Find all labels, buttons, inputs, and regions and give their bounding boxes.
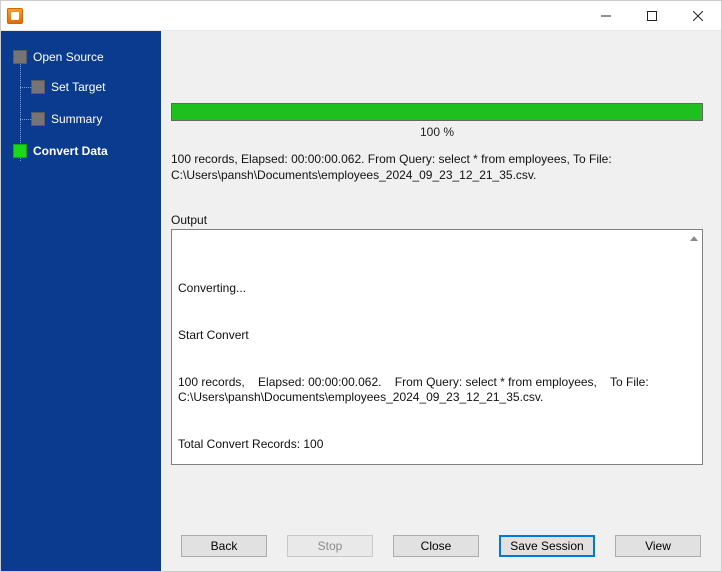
output-line: Converting... <box>178 281 686 297</box>
titlebar-left <box>1 8 35 24</box>
status-text: 100 records, Elapsed: 00:00:00.062. From… <box>171 151 703 183</box>
close-button[interactable]: Close <box>393 535 479 557</box>
status-line-1: 100 records, Elapsed: 00:00:00.062. From… <box>171 152 612 166</box>
output-label: Output <box>171 213 703 227</box>
step-box-icon <box>13 144 27 158</box>
output-line: Total Convert Records: 100 <box>178 437 686 453</box>
stop-button[interactable]: Stop <box>287 535 373 557</box>
save-session-button[interactable]: Save Session <box>499 535 595 557</box>
step-box-icon <box>13 50 27 64</box>
window-close-button[interactable] <box>675 1 721 30</box>
output-textbox[interactable]: Converting... Start Convert 100 records,… <box>171 229 703 465</box>
status-line-2: C:\Users\pansh\Documents\employees_2024_… <box>171 168 536 182</box>
sidebar-item-label: Set Target <box>51 80 105 94</box>
output-line: Start Convert <box>178 328 686 344</box>
content: 100 % 100 records, Elapsed: 00:00:00.062… <box>161 31 721 521</box>
app-window: Open Source Set Target Summary Convert D… <box>0 0 722 572</box>
view-button[interactable]: View <box>615 535 701 557</box>
progress-percent-text: 100 % <box>171 125 703 139</box>
progress-bar <box>171 103 703 121</box>
sidebar-item-label: Convert Data <box>33 144 108 158</box>
sidebar-item-open-source[interactable]: Open Source <box>1 45 161 69</box>
button-bar: Back Stop Close Save Session View <box>161 521 721 571</box>
body: Open Source Set Target Summary Convert D… <box>1 31 721 571</box>
tree-connector-h <box>20 87 31 88</box>
sidebar-item-convert-data[interactable]: Convert Data <box>1 139 161 163</box>
progress-area: 100 % <box>171 103 703 139</box>
sidebar-item-summary[interactable]: Summary <box>1 107 161 131</box>
window-minimize-button[interactable] <box>583 1 629 30</box>
tree-connector-h <box>20 119 31 120</box>
titlebar <box>1 1 721 31</box>
sidebar-item-set-target[interactable]: Set Target <box>1 75 161 99</box>
step-box-icon <box>31 80 45 94</box>
sidebar-item-label: Summary <box>51 112 102 126</box>
sidebar: Open Source Set Target Summary Convert D… <box>1 31 161 571</box>
window-maximize-button[interactable] <box>629 1 675 30</box>
window-buttons <box>583 1 721 30</box>
output-line: 100 records, Elapsed: 00:00:00.062. From… <box>178 375 686 406</box>
scroll-up-icon[interactable] <box>688 232 700 244</box>
sidebar-item-label: Open Source <box>33 50 104 64</box>
step-box-icon <box>31 112 45 126</box>
app-icon <box>7 8 23 24</box>
main-panel: 100 % 100 records, Elapsed: 00:00:00.062… <box>161 31 721 571</box>
back-button[interactable]: Back <box>181 535 267 557</box>
